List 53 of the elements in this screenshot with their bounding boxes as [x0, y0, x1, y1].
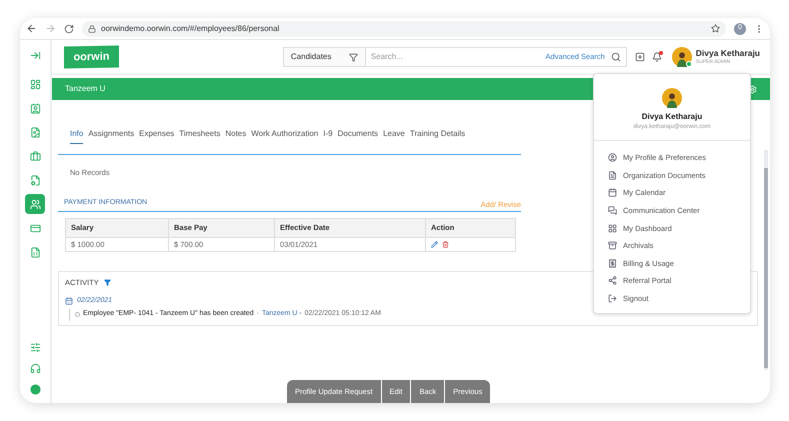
grid-icon [608, 224, 617, 233]
users-icon [30, 198, 40, 210]
notification-bell[interactable] [652, 52, 662, 62]
address-bar[interactable]: oorwindemo.oorwin.com/#/employees/86/personal [82, 20, 726, 36]
back-icon[interactable] [26, 23, 37, 34]
spreadsheet-icon [30, 246, 40, 258]
tab[interactable]: Work Authorization [251, 128, 318, 144]
tab[interactable]: Documents [338, 128, 378, 144]
tab[interactable]: Assignments [88, 128, 134, 144]
user-circle-icon [608, 153, 617, 162]
user-name[interactable]: Divya Ketharaju [696, 49, 760, 58]
avatar [672, 47, 692, 67]
sliders-icon[interactable] [30, 342, 40, 353]
tab[interactable]: Training Details [410, 128, 466, 144]
calendar-icon [65, 297, 73, 306]
contact-card-icon [30, 102, 40, 114]
calendar-icon [608, 188, 617, 198]
card-icon [30, 222, 40, 234]
share-icon [608, 276, 617, 286]
avatar [662, 88, 682, 108]
tab[interactable]: Info [70, 128, 84, 144]
document-icon [608, 170, 617, 180]
chat-icon [608, 206, 617, 216]
reload-icon[interactable] [64, 24, 74, 34]
logout-icon [608, 294, 617, 304]
briefcase-icon [30, 150, 40, 162]
image-file-icon [30, 126, 40, 138]
tab[interactable]: I-9 [323, 128, 333, 144]
employee-name: Tanzeem U [65, 83, 106, 95]
file-gear-icon [30, 174, 40, 186]
archive-icon [608, 241, 617, 250]
edit-icon[interactable] [431, 240, 438, 248]
settings-icon[interactable] [748, 84, 757, 94]
tab[interactable]: Notes [225, 128, 246, 144]
lock-icon [88, 24, 96, 32]
menu-user-name: Divya Ketharaju [642, 111, 702, 123]
tab[interactable]: Expenses [139, 128, 174, 144]
receipt-icon [608, 258, 617, 268]
filter-icon [348, 52, 358, 62]
search-scope-select[interactable]: Candidates [282, 47, 366, 67]
headset-icon[interactable] [30, 363, 40, 374]
dashboard-icon [30, 78, 40, 90]
expand-icon[interactable] [30, 50, 40, 61]
delete-icon[interactable] [442, 240, 449, 248]
filter-icon[interactable] [104, 278, 111, 286]
sidebar-item[interactable] [25, 194, 45, 214]
star-icon[interactable] [711, 24, 720, 33]
url-text: oorwindemo.oorwin.com/#/employees/86/personal [101, 22, 280, 34]
search-icon[interactable] [610, 52, 621, 62]
forward-icon[interactable] [45, 23, 56, 34]
add-icon[interactable] [634, 52, 645, 62]
tab[interactable]: Timesheets [179, 128, 220, 144]
tab[interactable]: Leave [383, 128, 405, 144]
